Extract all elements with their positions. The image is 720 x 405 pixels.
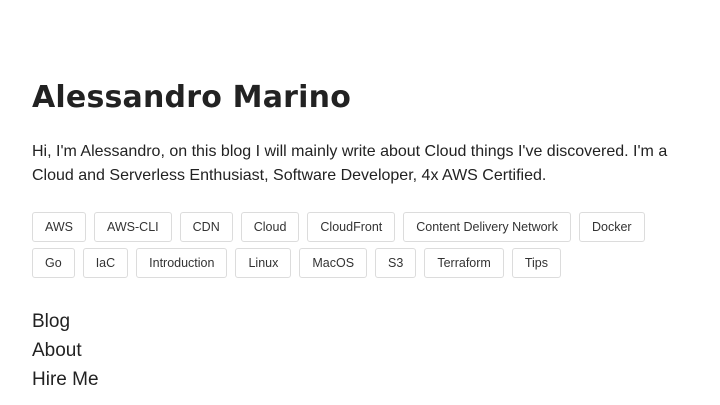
bio-text: Hi, I'm Alessandro, on this blog I will … (32, 143, 668, 184)
nav-link-hire-me[interactable]: Hire Me (32, 369, 99, 390)
tag-macos[interactable]: MacOS (299, 248, 368, 278)
tag-docker[interactable]: Docker (578, 212, 645, 242)
tag-aws[interactable]: AWS (32, 212, 87, 242)
site-title[interactable]: Alessandro Marino (32, 78, 351, 118)
tag-cloud[interactable]: Cloud (240, 212, 300, 242)
main-nav: Blog About Hire Me (32, 307, 99, 394)
tag-tips[interactable]: Tips (511, 248, 561, 278)
tag-cloudfront[interactable]: CloudFront (307, 212, 396, 242)
tag-list: AWS AWS-CLI CDN Cloud CloudFront Content… (32, 212, 692, 278)
tag-content-delivery-network[interactable]: Content Delivery Network (403, 212, 571, 242)
tag-go[interactable]: Go (32, 248, 75, 278)
nav-link-about[interactable]: About (32, 340, 82, 361)
tag-introduction[interactable]: Introduction (136, 248, 228, 278)
nav-link-blog[interactable]: Blog (32, 311, 70, 332)
page: Alessandro Marino Hi, I'm Alessandro, on… (0, 0, 720, 405)
tag-aws-cli[interactable]: AWS-CLI (94, 212, 172, 242)
tag-cdn[interactable]: CDN (179, 212, 233, 242)
nav-item-blog: Blog (32, 307, 99, 336)
tag-s3[interactable]: S3 (375, 248, 417, 278)
nav-item-about: About (32, 336, 99, 365)
tag-iac[interactable]: IaC (82, 248, 129, 278)
tag-terraform[interactable]: Terraform (424, 248, 504, 278)
tag-linux[interactable]: Linux (235, 248, 292, 278)
nav-item-hire-me: Hire Me (32, 365, 99, 394)
